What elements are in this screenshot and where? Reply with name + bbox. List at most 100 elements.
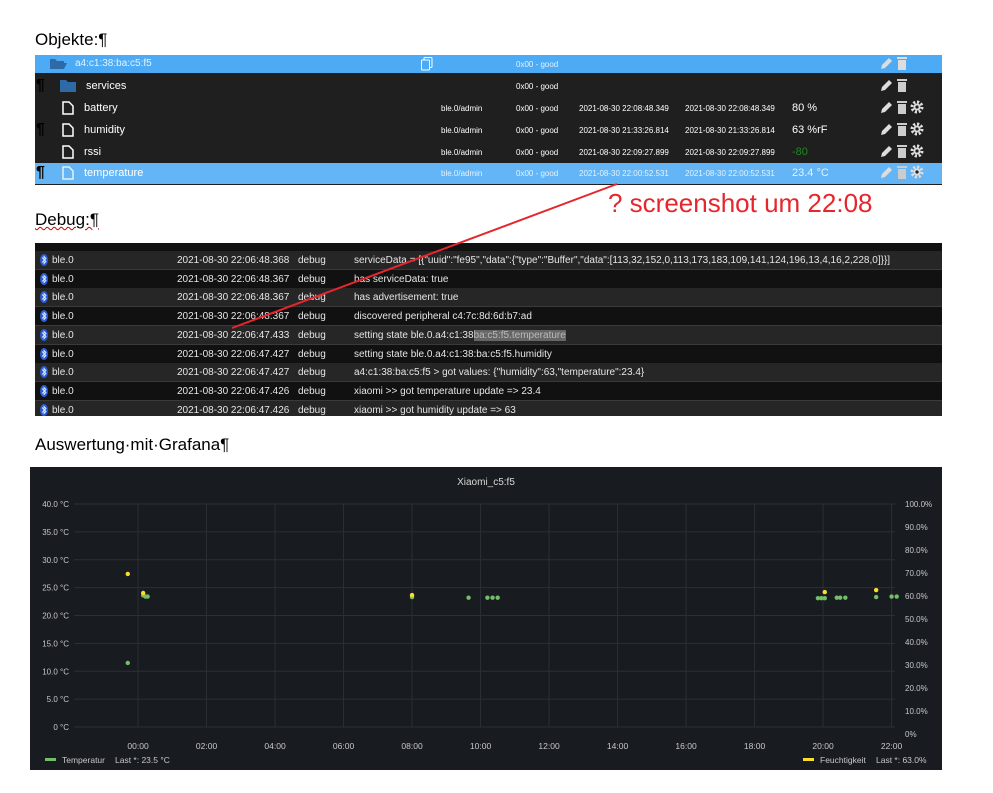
y-tick-right: 40.0% (905, 638, 928, 647)
delete-icon[interactable] (896, 144, 908, 158)
folder-icon (60, 79, 76, 95)
log-level: debug (298, 348, 326, 360)
object-name: battery (84, 102, 118, 114)
edit-icon[interactable] (880, 144, 894, 158)
object-status: 0x00 - good (516, 148, 559, 157)
y-tick-right: 90.0% (905, 523, 928, 532)
annotation-text: ? screenshot um 22:08 (608, 188, 873, 218)
log-level: debug (298, 311, 326, 323)
legend-temperatur-last: Last *: 23.5 °C (115, 755, 170, 765)
data-point-feuchtigkeit (409, 592, 415, 598)
log-message: xiaomi >> got temperature update => 23.4 (354, 386, 541, 397)
object-row[interactable]: battery ble.0/admin 0x00 - good 2021-08-30 … (35, 98, 942, 119)
edit-icon[interactable] (880, 165, 894, 179)
pilcrow-mark: ¶ (36, 121, 45, 138)
y-tick-left: 0 °C (53, 723, 69, 732)
log-message-text: has advertisement: true (354, 292, 459, 304)
log-time: 2021-08-30 22:06:47.427 (177, 367, 290, 379)
log-message-text: xiaomi >> got humidity update => 63 (354, 404, 516, 416)
object-row-device[interactable]: a4:c1:38:ba:c5:f5 0x00 - good (35, 55, 942, 73)
data-point-feuchtigkeit (873, 587, 879, 593)
object-role: ble.0/admin (441, 148, 483, 157)
object-row[interactable]: ¶ temperature ble.0/admin 0x00 - good 2021-0… (35, 163, 942, 184)
delete-icon[interactable] (896, 165, 908, 179)
log-source: ble.0 (52, 292, 74, 304)
edit-icon[interactable] (880, 122, 894, 136)
y-tick-left: 40.0 °C (42, 500, 69, 509)
log-message: setting state ble.0.a4:c1:38:ba:c5:f5.hu… (354, 349, 552, 360)
log-message: xiaomi >> got humidity update => 63 (354, 405, 516, 416)
log-level: debug (298, 273, 326, 285)
y-tick-left: 10.0 °C (42, 667, 69, 676)
log-time: 2021-08-30 22:06:48.367 (177, 292, 290, 304)
log-source: ble.0 (52, 311, 74, 323)
object-value[interactable]: 80 % (792, 102, 817, 114)
bluetooth-icon (40, 347, 48, 363)
object-value[interactable]: 23.4 °C (792, 167, 829, 179)
data-point-temperatur (889, 594, 894, 599)
log-source: ble.0 (52, 385, 74, 397)
log-level: debug (298, 255, 326, 266)
settings-gear-icon[interactable] (910, 144, 924, 158)
bluetooth-icon (40, 291, 48, 306)
data-point-temperatur (843, 595, 848, 600)
object-value[interactable]: 63 %rF (792, 124, 827, 136)
row-actions (880, 122, 924, 136)
y-tick-right: 100.0% (905, 500, 932, 509)
row-actions (880, 165, 924, 179)
debug-log-table: ble.0 2021-08-30 22:06:48.368 debug service… (35, 243, 942, 416)
object-row[interactable]: ¶ humidity ble.0/admin 0x00 - good 2021-08-3… (35, 120, 942, 141)
log-time: 2021-08-30 22:06:48.368 (177, 255, 290, 266)
y-tick-left: 35.0 °C (42, 528, 69, 537)
delete-icon[interactable] (896, 100, 908, 114)
log-level: debug (298, 329, 326, 341)
edit-icon[interactable] (880, 78, 894, 92)
bluetooth-icon (40, 384, 48, 400)
x-tick: 16:00 (675, 741, 697, 751)
edit-icon[interactable] (880, 100, 894, 114)
log-message: has advertisement: true (354, 292, 459, 303)
delete-icon[interactable] (896, 78, 908, 92)
log-time: 2021-08-30 22:06:48.367 (177, 311, 290, 323)
y-tick-left: 20.0 °C (42, 612, 69, 621)
log-row: ble.0 2021-08-30 22:06:47.427 debug a4:c1:3… (35, 363, 942, 383)
data-point-feuchtigkeit (822, 589, 827, 595)
delete-icon[interactable] (896, 122, 908, 136)
log-message-text: serviceData = [{"uuid":"fe95","data":{"t… (354, 255, 891, 266)
x-tick: 12:00 (538, 741, 560, 751)
x-tick: 20:00 (812, 741, 834, 751)
settings-gear-icon[interactable] (910, 122, 924, 136)
delete-icon[interactable] (896, 56, 908, 70)
heading-debug-text: Debug:¶ (35, 210, 99, 229)
log-message: setting state ble.0.a4:c1:38ba:c5:f5.tem… (354, 329, 566, 341)
log-message-text: setting state ble.0.a4:c1:38 (354, 329, 474, 341)
legend-feuchtigkeit-last: Last *: 63.0% (876, 755, 927, 765)
settings-gear-icon[interactable] (910, 100, 924, 114)
object-name: humidity (84, 124, 125, 136)
x-tick: 06:00 (333, 741, 355, 751)
log-source: ble.0 (52, 367, 74, 379)
legend-feuchtigkeit[interactable]: Feuchtigkeit (820, 755, 866, 765)
object-row[interactable]: ¶ services 0x00 - good (35, 76, 942, 97)
y-tick-right: 0% (905, 730, 917, 739)
log-time: 2021-08-30 22:06:48.367 (177, 273, 290, 285)
object-row[interactable]: rssi ble.0/admin 0x00 - good 2021-08-30 22:… (35, 142, 942, 163)
data-point-temperatur (466, 595, 471, 600)
log-level: debug (298, 292, 326, 304)
copy-icon[interactable] (421, 57, 433, 74)
row-actions (880, 100, 924, 114)
settings-gear-icon[interactable] (910, 165, 924, 179)
legend-temperatur[interactable]: Temperatur (62, 755, 105, 765)
y-tick-right: 80.0% (905, 546, 928, 555)
log-row: ble.0 2021-08-30 22:06:47.427 debug setting… (35, 345, 942, 364)
y-tick-left: 15.0 °C (42, 639, 69, 648)
bluetooth-icon (40, 272, 48, 288)
log-message: has serviceData: true (354, 274, 449, 285)
heading-objects: Objekte:¶ (35, 30, 108, 49)
heading-debug: Debug:¶ (35, 210, 99, 230)
object-value[interactable]: -80 (792, 146, 808, 158)
object-name: rssi (84, 146, 102, 158)
bluetooth-icon (40, 254, 48, 269)
object-role: ble.0/admin (441, 169, 483, 178)
edit-icon[interactable] (880, 56, 894, 70)
